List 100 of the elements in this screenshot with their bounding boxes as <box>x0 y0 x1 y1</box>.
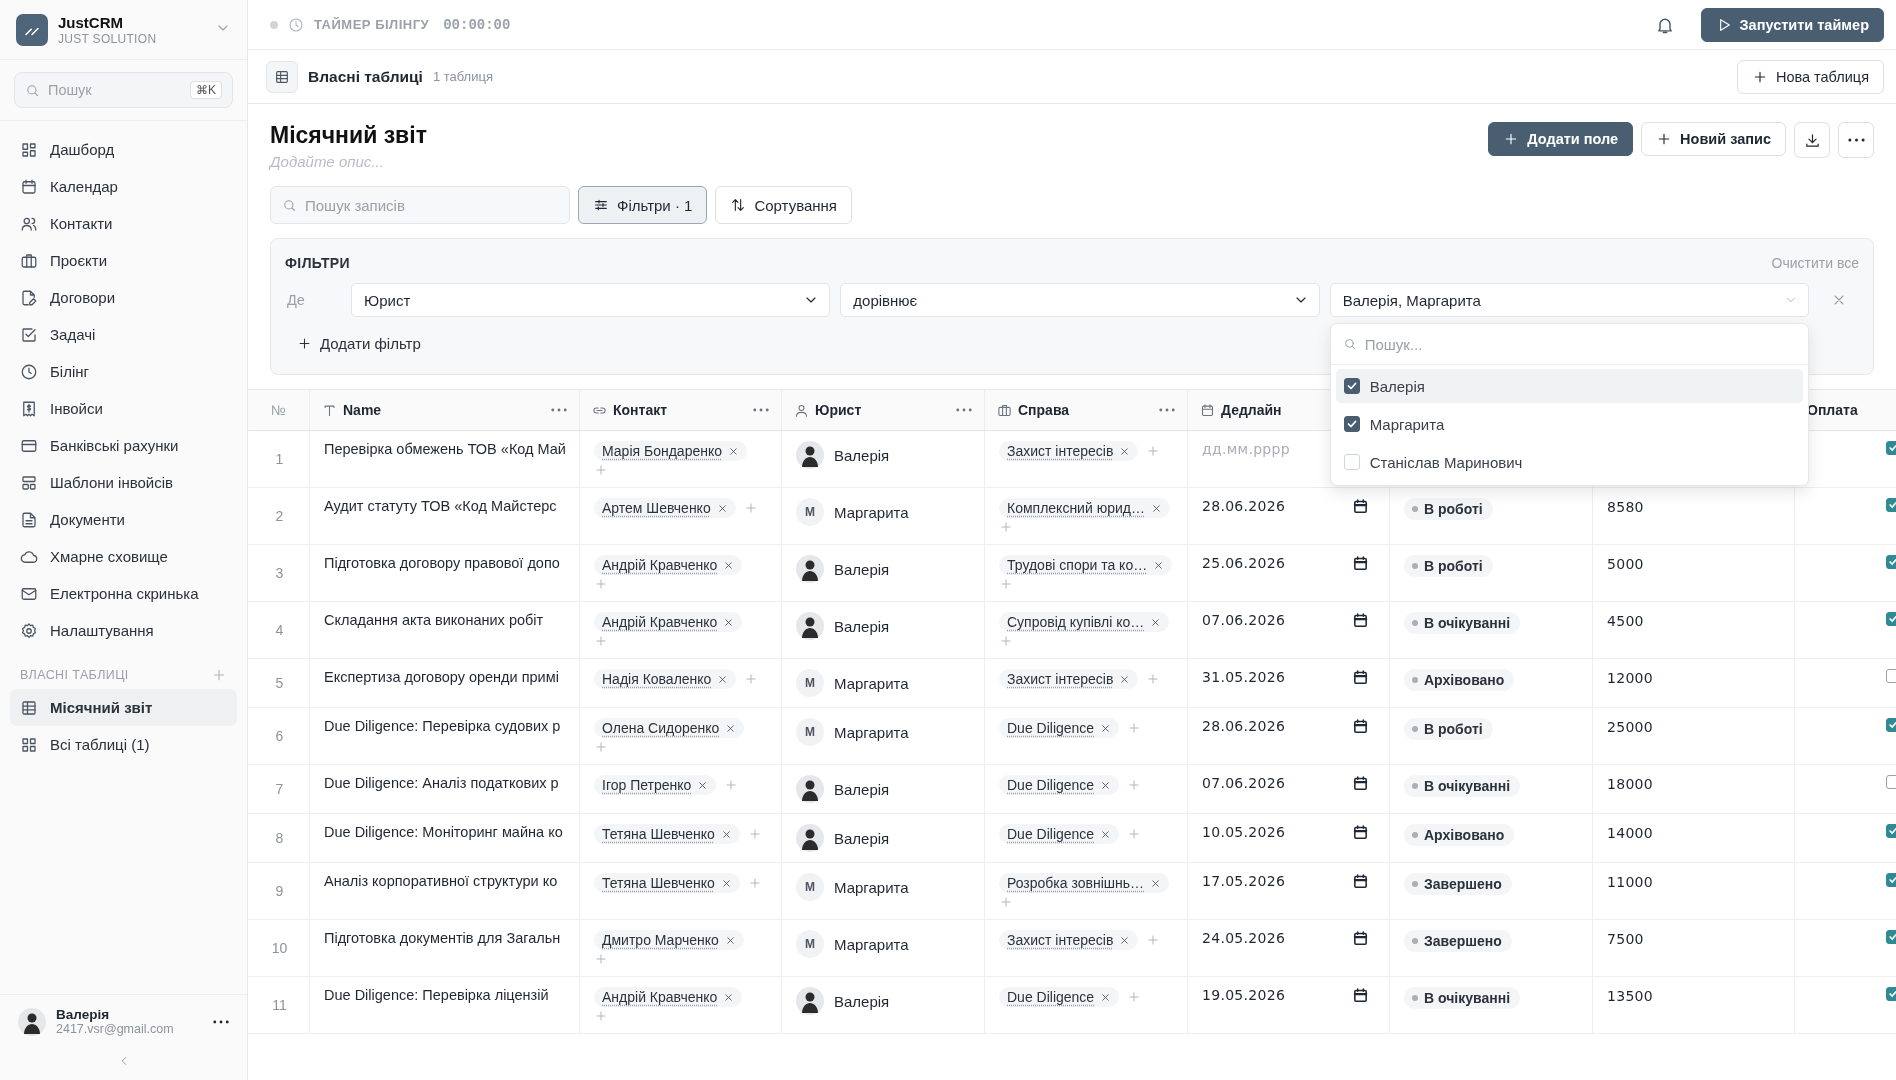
case-tag[interactable]: Due Diligence <box>999 775 1120 795</box>
deadline-date[interactable]: 07.06.2026 <box>1202 775 1286 791</box>
status-tag[interactable]: Архівовано <box>1404 669 1515 691</box>
status-tag[interactable]: В очікуванні <box>1404 612 1521 634</box>
operator-select[interactable]: дорівнює <box>840 283 1320 317</box>
column-menu-button[interactable] <box>956 408 972 412</box>
remove-tag-button[interactable] <box>697 779 709 791</box>
remove-tag-button[interactable] <box>720 828 732 840</box>
remove-tag-button[interactable] <box>724 934 736 946</box>
column-header[interactable]: Юрист <box>815 402 950 418</box>
date-picker-button[interactable] <box>1352 498 1369 515</box>
remove-tag-button[interactable] <box>1153 559 1165 571</box>
date-picker-button[interactable] <box>1352 775 1369 792</box>
deadline-date[interactable]: 17.05.2026 <box>1202 873 1286 889</box>
case-tag[interactable]: Due Diligence <box>999 718 1120 738</box>
contact-tag[interactable]: Дмитро Марченко <box>594 930 744 950</box>
paid-checkbox[interactable] <box>1886 612 1896 626</box>
deadline-date[interactable]: 07.06.2026 <box>1202 612 1286 628</box>
remove-tag-button[interactable] <box>717 673 729 685</box>
sidebar-item[interactable]: Договори <box>10 279 237 316</box>
status-tag[interactable]: В очікуванні <box>1404 775 1521 797</box>
date-picker-button[interactable] <box>1352 987 1369 1004</box>
remove-tag-button[interactable] <box>1100 828 1112 840</box>
date-picker-button[interactable] <box>1352 824 1369 841</box>
sidebar-item[interactable]: Задачі <box>10 316 237 353</box>
remove-tag-button[interactable] <box>1119 934 1131 946</box>
user-menu-button[interactable] <box>213 1019 229 1024</box>
remove-tag-button[interactable] <box>1100 722 1112 734</box>
column-header[interactable]: Контакт <box>613 402 747 418</box>
field-select[interactable]: Юрист <box>351 283 831 317</box>
paid-checkbox[interactable] <box>1886 555 1896 569</box>
column-header[interactable]: Справа <box>1018 402 1153 418</box>
column-menu-button[interactable] <box>753 408 769 412</box>
remove-tag-button[interactable] <box>1150 616 1162 628</box>
sidebar-item[interactable]: Інвойси <box>10 390 237 427</box>
deadline-date[interactable]: 24.05.2026 <box>1202 930 1286 946</box>
start-timer-button[interactable]: Запустити таймер <box>1700 7 1884 42</box>
sidebar-item[interactable]: Проєкти <box>10 242 237 279</box>
sidebar-item[interactable]: Хмарне сховище <box>10 538 237 575</box>
column-menu-button[interactable] <box>551 408 567 412</box>
value-select[interactable]: Валерія, Маргарита <box>1329 283 1809 317</box>
paid-checkbox[interactable] <box>1886 873 1896 887</box>
column-header[interactable]: Name <box>343 402 545 418</box>
paid-checkbox[interactable] <box>1886 498 1896 512</box>
remove-tag-button[interactable] <box>1100 991 1112 1003</box>
sidebar-item[interactable]: Налаштування <box>10 612 237 649</box>
paid-checkbox[interactable] <box>1886 930 1896 944</box>
status-tag[interactable]: Архівовано <box>1404 824 1515 846</box>
new-table-button[interactable]: Нова таблиця <box>1736 59 1884 94</box>
date-picker-button[interactable] <box>1352 718 1369 735</box>
remove-tag-button[interactable] <box>1100 779 1112 791</box>
download-button[interactable] <box>1794 122 1830 158</box>
search-field[interactable]: Пошук записів <box>270 186 570 224</box>
remove-tag-button[interactable] <box>725 722 737 734</box>
date-picker-button[interactable] <box>1352 669 1369 686</box>
sidebar-item[interactable]: Календар <box>10 168 237 205</box>
sidebar-item[interactable]: Дашборд <box>10 131 237 168</box>
status-tag[interactable]: В роботі <box>1404 555 1493 577</box>
date-picker-button[interactable] <box>1352 930 1369 947</box>
sidebar-item[interactable]: Електронна скринька <box>10 575 237 612</box>
contact-tag[interactable]: Андрій Кравченко <box>594 555 743 575</box>
paid-checkbox[interactable] <box>1886 441 1896 455</box>
contact-tag[interactable]: Тетяна Шевченко <box>594 824 740 844</box>
checkbox[interactable] <box>1343 416 1360 432</box>
checkbox[interactable] <box>1343 378 1360 394</box>
contact-tag[interactable]: Олена Сидоренко <box>594 718 745 738</box>
sidebar-item[interactable]: Всі таблиці (1) <box>10 726 237 763</box>
column-menu-button[interactable] <box>1159 408 1175 412</box>
remove-tag-button[interactable] <box>1119 445 1131 457</box>
filters-button[interactable]: Фільтри · 1 <box>578 186 708 224</box>
deadline-date[interactable]: 10.05.2026 <box>1202 824 1286 840</box>
paid-checkbox[interactable] <box>1886 987 1896 1001</box>
contact-tag[interactable]: Артем Шевченко <box>594 498 736 518</box>
sidebar-item[interactable]: Шаблони інвойсів <box>10 464 237 501</box>
column-header[interactable]: Оплата <box>1807 402 1892 418</box>
deadline-date[interactable]: 31.05.2026 <box>1202 669 1286 685</box>
date-picker-button[interactable] <box>1352 612 1369 629</box>
dropdown-option[interactable]: Валерія <box>1335 369 1803 403</box>
date-picker-button[interactable] <box>1352 555 1369 572</box>
sidebar-item[interactable]: Банківські рахунки <box>10 427 237 464</box>
remove-tag-button[interactable] <box>1150 502 1162 514</box>
paid-checkbox[interactable] <box>1886 669 1896 683</box>
contact-tag[interactable]: Марія Бондаренко <box>594 441 747 461</box>
sidebar-item[interactable]: Місячний звіт <box>10 689 237 726</box>
deadline-date[interactable]: 19.05.2026 <box>1202 987 1286 1003</box>
deadline-date[interactable]: 25.06.2026 <box>1202 555 1286 571</box>
case-tag[interactable]: Комплексний юрид… <box>999 498 1170 518</box>
case-tag[interactable]: Супровід купівлі ко… <box>999 612 1170 632</box>
remove-tag-button[interactable] <box>716 502 728 514</box>
new-record-button[interactable]: Новий запис <box>1641 122 1786 156</box>
add-field-button[interactable]: Додати поле <box>1488 122 1634 156</box>
case-tag[interactable]: Захист інтересів <box>999 930 1139 950</box>
dropdown-option[interactable]: Станіслав Маринович <box>1335 445 1803 479</box>
paid-checkbox[interactable] <box>1886 775 1896 789</box>
case-tag[interactable]: Захист інтересів <box>999 669 1139 689</box>
add-filter-button[interactable]: Додати фільтр <box>297 335 421 352</box>
status-tag[interactable]: В очікуванні <box>1404 987 1521 1009</box>
contact-tag[interactable]: Тетяна Шевченко <box>594 873 740 893</box>
status-tag[interactable]: В роботі <box>1404 498 1493 520</box>
sidebar-item[interactable]: Контакти <box>10 205 237 242</box>
